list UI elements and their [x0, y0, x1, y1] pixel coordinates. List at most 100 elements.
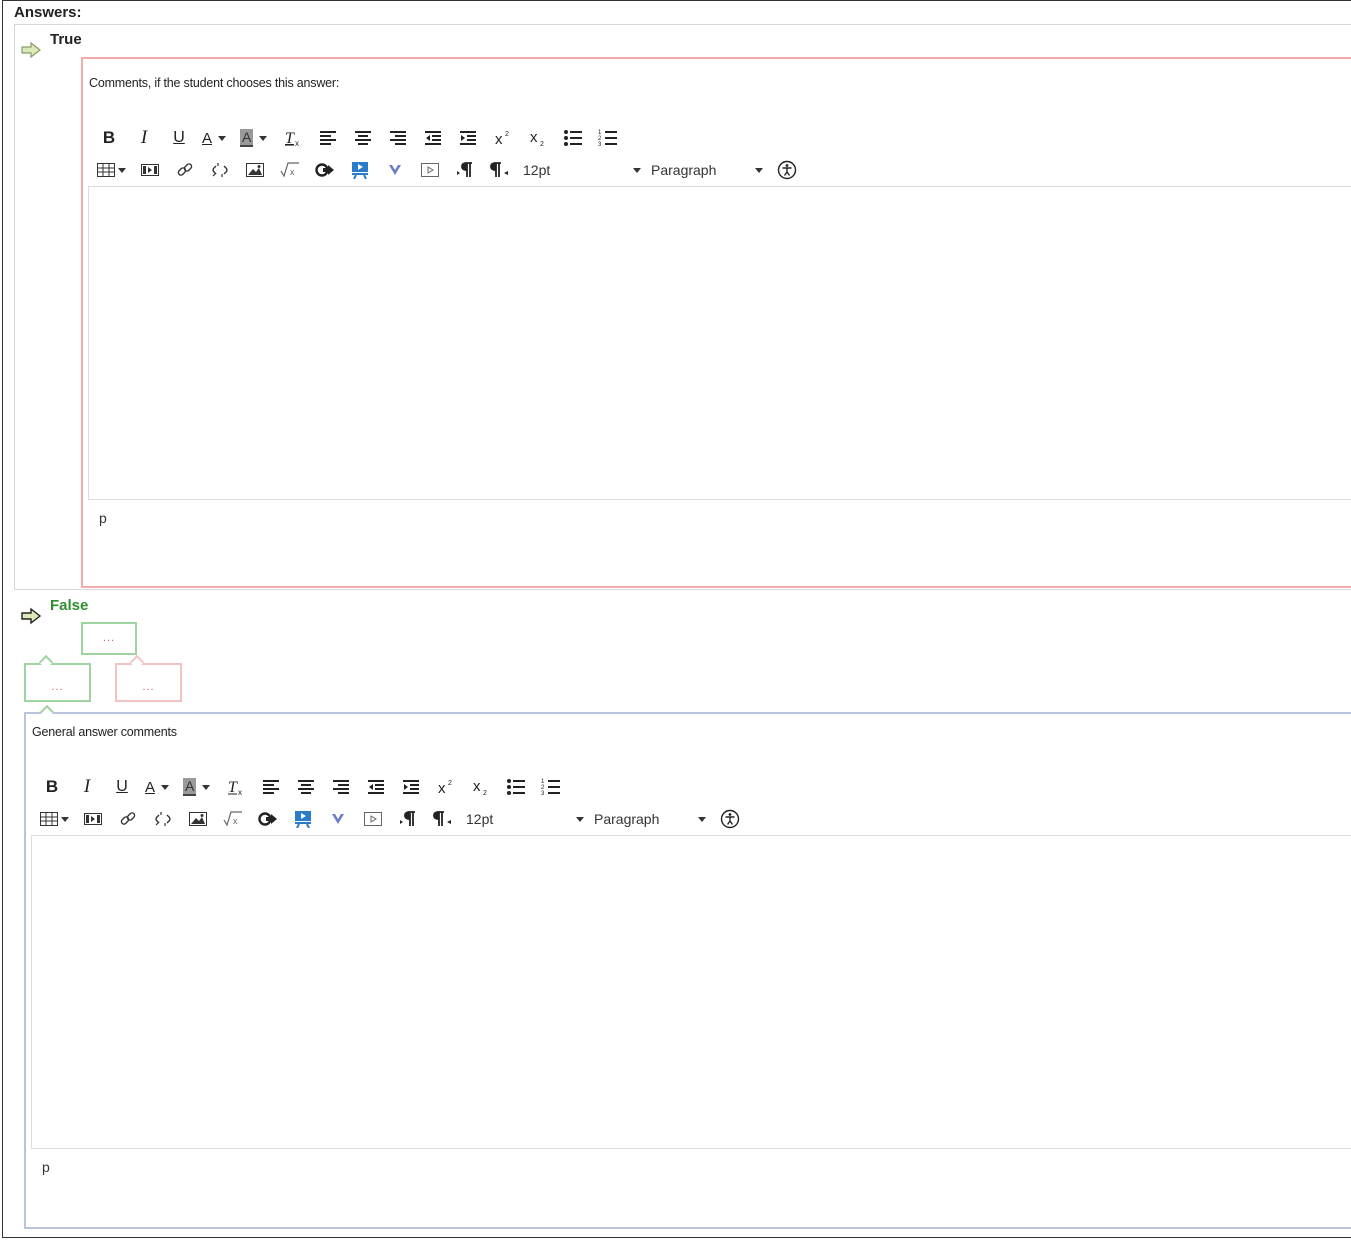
- chevron-down-icon: [218, 135, 227, 141]
- rtl-paragraph-button[interactable]: [488, 159, 512, 181]
- chevron-down-icon: [61, 816, 69, 822]
- align-left-button[interactable]: [316, 127, 340, 149]
- rich-text-edit-area[interactable]: [31, 835, 1351, 1149]
- align-right-button[interactable]: [386, 127, 410, 149]
- video-button[interactable]: [361, 808, 385, 830]
- link-icon: [120, 812, 136, 825]
- presentation-button[interactable]: [348, 159, 372, 181]
- bullet-list-button[interactable]: [561, 127, 585, 149]
- media-button[interactable]: [81, 808, 105, 830]
- presentation-icon: [352, 162, 368, 179]
- text-color-button[interactable]: A: [202, 127, 227, 149]
- math-button[interactable]: x: [221, 808, 245, 830]
- svg-text:x: x: [530, 130, 538, 146]
- toolbar-row-1: B I U A A Tx x2 x2 1 2 3: [40, 775, 574, 799]
- rtl-paragraph-button[interactable]: [431, 808, 455, 830]
- outdent-button[interactable]: [364, 776, 388, 798]
- link-icon: [177, 163, 193, 176]
- video-button[interactable]: [418, 159, 442, 181]
- image-button[interactable]: [243, 159, 267, 181]
- svg-text:3: 3: [598, 142, 602, 147]
- font-size-value: 12pt: [523, 162, 551, 178]
- text-color-icon: A: [202, 129, 213, 147]
- bullet-list-icon: [507, 779, 526, 795]
- insert-button[interactable]: [256, 808, 280, 830]
- ltr-paragraph-button[interactable]: [396, 808, 420, 830]
- bullet-list-button[interactable]: [504, 776, 528, 798]
- subscript-icon: x2: [473, 779, 487, 795]
- dropdown-v-button[interactable]: [326, 808, 350, 830]
- align-right-button[interactable]: [329, 776, 353, 798]
- superscript-button[interactable]: x2: [491, 127, 515, 149]
- math-icon: x: [280, 162, 299, 178]
- dropdown-v-button[interactable]: [383, 159, 407, 181]
- feedback-box-correct[interactable]: ...: [81, 622, 137, 655]
- align-center-button[interactable]: [294, 776, 318, 798]
- subscript-button[interactable]: x2: [526, 127, 550, 149]
- background-color-icon: A: [183, 778, 197, 796]
- rich-text-edit-area[interactable]: [88, 186, 1351, 500]
- subscript-button[interactable]: x2: [469, 776, 493, 798]
- answer-label-true[interactable]: True: [50, 31, 82, 48]
- accessibility-button[interactable]: [775, 159, 799, 181]
- font-size-select[interactable]: 12pt: [523, 159, 641, 181]
- table-button[interactable]: [97, 159, 126, 181]
- align-left-button[interactable]: [259, 776, 283, 798]
- ltr-paragraph-button[interactable]: [453, 159, 477, 181]
- text-color-button[interactable]: A: [145, 776, 170, 798]
- clear-formatting-button[interactable]: Tx: [281, 127, 305, 149]
- svg-text:x: x: [295, 139, 299, 147]
- clear-formatting-button[interactable]: Tx: [224, 776, 248, 798]
- dropdown-v-icon: [332, 814, 344, 824]
- accessibility-button[interactable]: [718, 808, 742, 830]
- element-path: p: [42, 1159, 50, 1175]
- editor-caption: Comments, if the student chooses this an…: [89, 76, 340, 90]
- underline-button[interactable]: U: [110, 776, 134, 798]
- subscript-icon: x2: [530, 130, 544, 146]
- block-format-value: Paragraph: [651, 162, 717, 178]
- unlink-icon: [155, 812, 171, 826]
- math-button[interactable]: x: [278, 159, 302, 181]
- general-comment-editor: General answer comments B I U A A Tx x2: [24, 704, 1351, 1229]
- numbered-list-button[interactable]: 123: [596, 127, 620, 149]
- link-button[interactable]: [173, 159, 197, 181]
- presentation-button[interactable]: [291, 808, 315, 830]
- indent-button[interactable]: [399, 776, 423, 798]
- underline-button[interactable]: U: [167, 127, 191, 149]
- table-button[interactable]: [40, 808, 69, 830]
- image-button[interactable]: [186, 808, 210, 830]
- block-format-value: Paragraph: [594, 811, 660, 827]
- toolbar-row-2: x 12pt Paragraph: [97, 158, 810, 182]
- chevron-down-icon: [755, 167, 763, 173]
- svg-text:2: 2: [540, 141, 544, 146]
- video-icon: [364, 812, 382, 826]
- link-button[interactable]: [116, 808, 140, 830]
- feedback-box-option-2[interactable]: ...: [115, 663, 182, 702]
- element-path: p: [99, 510, 107, 526]
- svg-text:x: x: [495, 131, 503, 146]
- block-format-select[interactable]: Paragraph: [594, 808, 706, 830]
- numbered-list-button[interactable]: 123: [539, 776, 563, 798]
- unlink-button[interactable]: [151, 808, 175, 830]
- outdent-button[interactable]: [421, 127, 445, 149]
- media-button[interactable]: [138, 159, 162, 181]
- font-size-select[interactable]: 12pt: [466, 808, 584, 830]
- bold-button[interactable]: B: [40, 776, 64, 798]
- presentation-icon: [295, 811, 311, 828]
- unlink-icon: [212, 163, 228, 177]
- block-format-select[interactable]: Paragraph: [651, 159, 763, 181]
- feedback-box-option-1[interactable]: ...: [24, 663, 91, 702]
- insert-icon: [315, 163, 334, 177]
- indent-button[interactable]: [456, 127, 480, 149]
- superscript-button[interactable]: x2: [434, 776, 458, 798]
- background-color-button[interactable]: A: [240, 127, 268, 149]
- align-center-button[interactable]: [351, 127, 375, 149]
- italic-button[interactable]: I: [132, 127, 156, 149]
- insert-button[interactable]: [313, 159, 337, 181]
- answer-label-false[interactable]: False: [50, 597, 88, 614]
- ltr-paragraph-icon: [400, 811, 415, 826]
- bold-button[interactable]: B: [97, 127, 121, 149]
- unlink-button[interactable]: [208, 159, 232, 181]
- background-color-button[interactable]: A: [183, 776, 211, 798]
- italic-button[interactable]: I: [75, 776, 99, 798]
